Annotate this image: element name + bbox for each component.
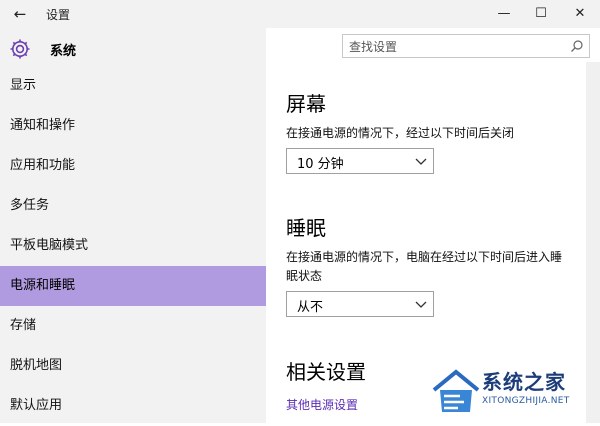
search-icon[interactable] (570, 39, 584, 53)
sleep-description: 在接通电源的情况下，电脑在经过以下时间后进入睡眠状态 (286, 250, 563, 283)
sidebar-item-display[interactable]: 显示 (0, 66, 266, 106)
sidebar: 系统 显示 通知和操作 应用和功能 多任务 平板电脑模式 电源和睡眠 存储 脱机… (0, 28, 266, 423)
screen-timeout-dropdown[interactable]: 10 分钟 (286, 148, 434, 174)
gear-icon (10, 39, 30, 59)
other-power-settings-link[interactable]: 其他电源设置 (286, 396, 358, 413)
watermark-brand: 系统之家 (482, 370, 566, 394)
chevron-down-icon (415, 301, 427, 308)
sidebar-item-notifications[interactable]: 通知和操作 (0, 106, 266, 146)
watermark-logo: 系统之家 XITONGZHIJIA.NET (430, 360, 598, 422)
search-input[interactable] (343, 35, 561, 59)
sidebar-item-offline-maps[interactable]: 脱机地图 (0, 346, 266, 386)
close-button[interactable]: ✕ (562, 0, 598, 28)
sleep-timeout-dropdown[interactable]: 从不 (286, 291, 434, 317)
sleep-heading: 睡眠 (286, 216, 326, 240)
sidebar-item-apps[interactable]: 应用和功能 (0, 146, 266, 186)
house-logo-icon (432, 369, 480, 412)
sidebar-item-multitasking[interactable]: 多任务 (0, 186, 266, 226)
sleep-timeout-value: 从不 (297, 300, 324, 315)
minimize-button[interactable]: — (486, 0, 522, 28)
watermark-url: XITONGZHIJIA.NET (482, 396, 570, 406)
sidebar-item-storage[interactable]: 存储 (0, 306, 266, 346)
chevron-down-icon (415, 158, 427, 165)
related-settings-heading: 相关设置 (286, 360, 366, 384)
sidebar-item-tablet-mode[interactable]: 平板电脑模式 (0, 226, 266, 266)
window-title: 设置 (46, 8, 71, 22)
screen-heading: 屏幕 (286, 92, 326, 116)
sidebar-item-power-sleep[interactable]: 电源和睡眠 (0, 266, 266, 306)
sidebar-nav: 显示 通知和操作 应用和功能 多任务 平板电脑模式 电源和睡眠 存储 脱机地图 … (0, 66, 266, 426)
screen-timeout-value: 10 分钟 (297, 157, 344, 172)
screen-description: 在接通电源的情况下，经过以下时间后关闭 (286, 126, 515, 140)
search-box (342, 34, 590, 59)
maximize-button[interactable]: ☐ (523, 0, 559, 28)
sidebar-item-default-apps[interactable]: 默认应用 (0, 386, 266, 426)
back-arrow-icon[interactable]: ← (8, 3, 32, 25)
sidebar-header: 系统 (50, 44, 77, 59)
title-bar: ← 设置 — ☐ ✕ (0, 0, 600, 28)
